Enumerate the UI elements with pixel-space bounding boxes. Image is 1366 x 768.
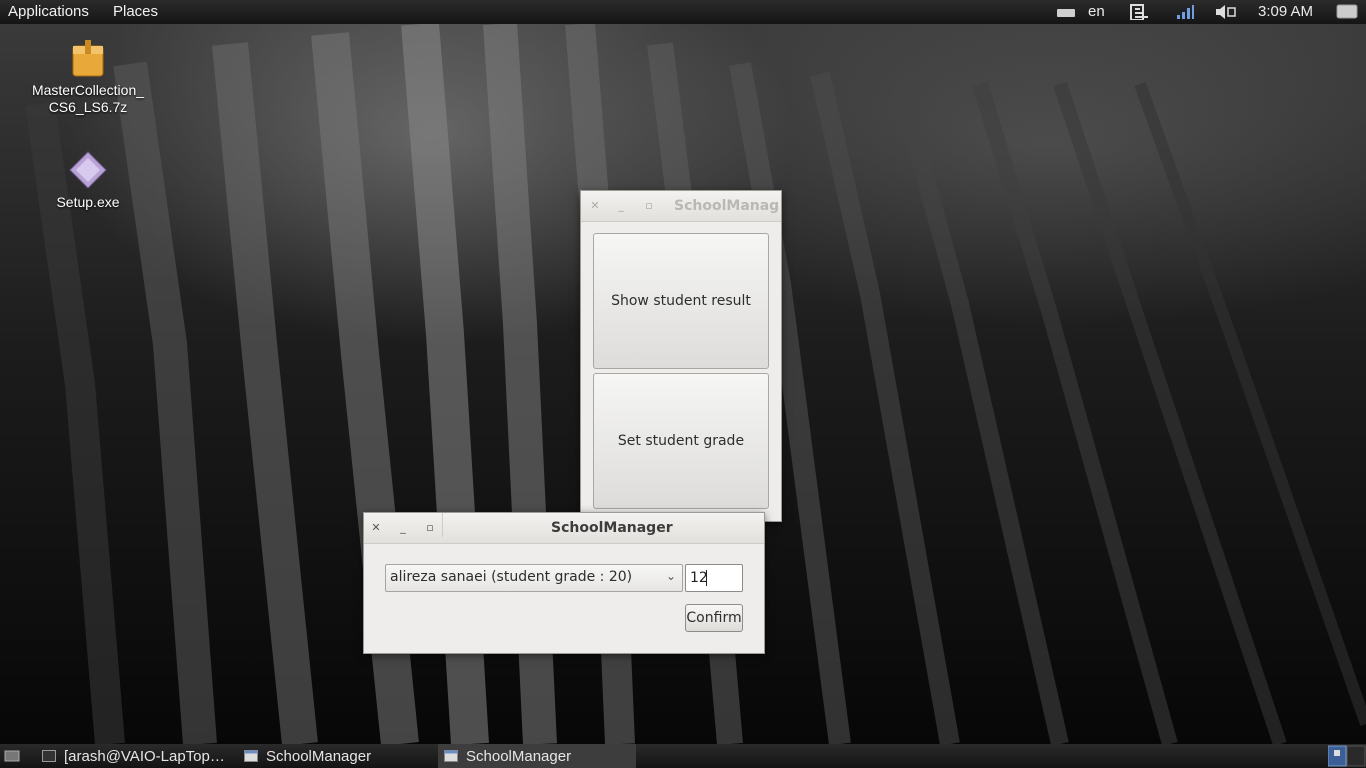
window-icon: [244, 750, 258, 762]
main-window-titlebar[interactable]: ✕ _ ▫ SchoolManag: [581, 191, 781, 222]
grade-dialog-title: SchoolManager: [551, 520, 673, 536]
workspace-switcher-icon[interactable]: [1328, 744, 1366, 768]
student-select-value: alireza sanaei (student grade : 20): [390, 569, 633, 585]
grade-dialog-titlebar[interactable]: ✕ _ ▫ SchoolManager: [364, 513, 764, 544]
close-icon[interactable]: ✕: [366, 519, 386, 537]
desktop-icon-archive[interactable]: MasterCollection_ CS6_LS6.7z: [20, 38, 156, 116]
window-icon: [444, 750, 458, 762]
applications-menu[interactable]: Applications: [8, 3, 89, 20]
show-student-result-button[interactable]: Show student result: [593, 233, 769, 369]
taskbar-item-schoolmanager-1[interactable]: SchoolManager: [240, 744, 436, 768]
user-switch-icon[interactable]: [1336, 4, 1358, 20]
confirm-button[interactable]: Confirm: [685, 604, 743, 632]
desktop-icon-label: Setup.exe: [56, 194, 120, 210]
maximize-icon[interactable]: ▫: [639, 197, 659, 215]
volume-muted-icon[interactable]: [1214, 4, 1236, 20]
titlebar-divider: [442, 513, 443, 537]
exe-icon: [69, 151, 107, 189]
archive-icon: [72, 40, 104, 77]
text-cursor: [706, 570, 707, 586]
main-window: ✕ _ ▫ SchoolManag Show student result Se…: [580, 190, 782, 522]
grade-input[interactable]: 12: [685, 564, 743, 592]
top-panel: Applications Places en 3:09 AM: [0, 0, 1366, 24]
taskbar-item-label: SchoolManager: [466, 747, 572, 765]
show-desktop-icon[interactable]: [4, 749, 20, 763]
taskbar-item-schoolmanager-2[interactable]: SchoolManager: [438, 744, 636, 768]
taskbar-item-terminal[interactable]: [arash@VAIO-LapTop…: [38, 744, 234, 768]
bottom-panel: [arash@VAIO-LapTop… SchoolManager School…: [0, 744, 1366, 768]
chevron-down-icon: ⌄: [665, 569, 676, 583]
close-icon[interactable]: ✕: [585, 197, 605, 215]
minimize-icon[interactable]: _: [611, 197, 631, 215]
desktop-icon-setup[interactable]: Setup.exe: [40, 150, 136, 211]
set-student-grade-button[interactable]: Set student grade: [593, 373, 769, 509]
keyboard-layout[interactable]: en: [1088, 3, 1105, 20]
main-window-title: SchoolManag: [674, 198, 780, 214]
desktop-icon-label: MasterCollection_ CS6_LS6.7z: [31, 82, 145, 115]
student-select[interactable]: alireza sanaei (student grade : 20) ⌄: [385, 564, 683, 592]
signal-icon[interactable]: [1176, 4, 1194, 20]
network-icon[interactable]: [1130, 4, 1152, 20]
grade-dialog: ✕ _ ▫ SchoolManager alireza sanaei (stud…: [363, 512, 765, 654]
maximize-icon[interactable]: ▫: [420, 519, 440, 537]
taskbar-item-label: SchoolManager: [266, 747, 372, 765]
keyboard-icon[interactable]: [1056, 4, 1076, 20]
places-menu[interactable]: Places: [113, 3, 158, 20]
terminal-icon: [42, 750, 56, 762]
clock[interactable]: 3:09 AM: [1258, 3, 1313, 20]
taskbar-item-label: [arash@VAIO-LapTop…: [64, 747, 225, 765]
minimize-icon[interactable]: _: [393, 519, 413, 537]
